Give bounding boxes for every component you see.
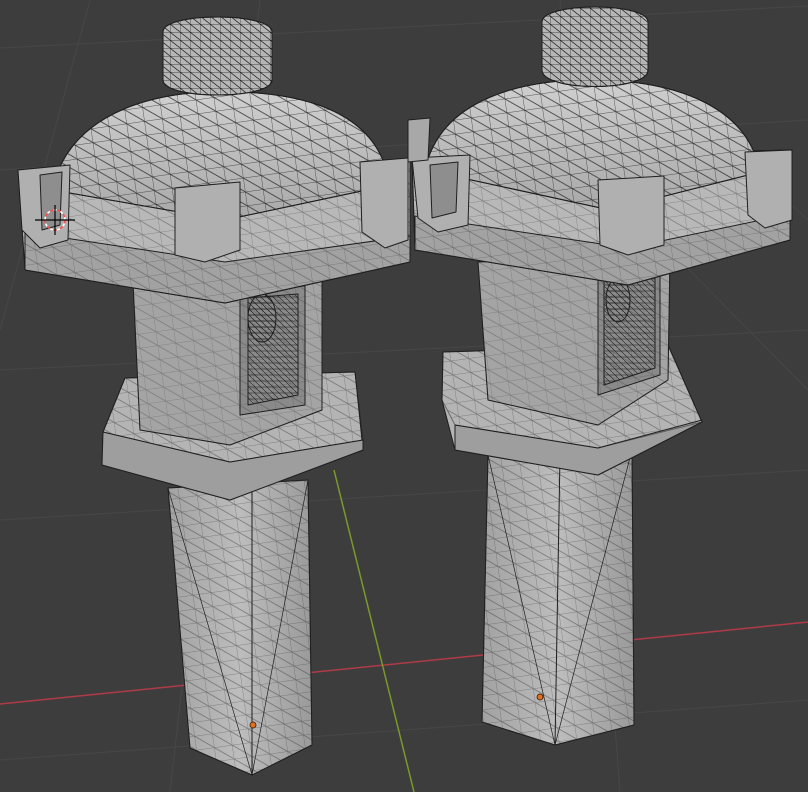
- right-corner-post: [597, 175, 665, 256]
- 3d-viewport[interactable]: [0, 0, 808, 792]
- object-origin-dot[interactable]: [249, 721, 257, 729]
- right-corner-post: [744, 149, 793, 229]
- viewport-canvas[interactable]: [0, 0, 808, 792]
- stone-lantern-left[interactable]: [17, 16, 411, 776]
- left-corner-post: [359, 157, 409, 249]
- object-origin-dot[interactable]: [536, 693, 544, 701]
- left-corner-post: [174, 181, 241, 263]
- x-axis-line: [0, 621, 808, 705]
- y-axis-line: [333, 469, 415, 792]
- stone-lantern-right[interactable]: [407, 6, 793, 746]
